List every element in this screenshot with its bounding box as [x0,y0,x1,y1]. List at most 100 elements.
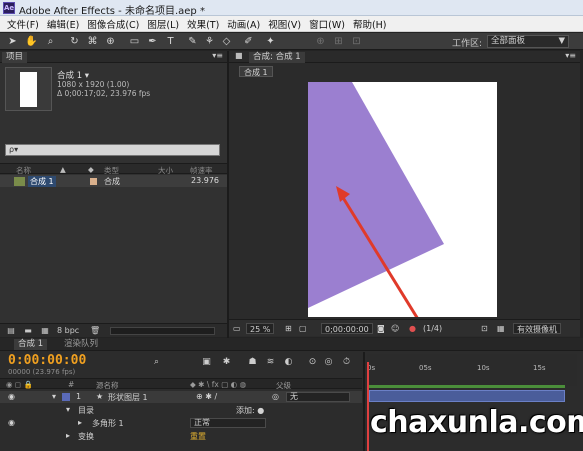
project-search-input[interactable]: ρ▾ [5,144,220,156]
draft-3d-icon[interactable]: ✱ [220,356,233,368]
interpret-footage-icon[interactable]: ▤ [6,326,16,336]
parent-pick-whip-icon[interactable]: ◎ [272,392,279,401]
table-row[interactable]: ▸ 变换 重置 [0,430,362,442]
puppet-tool-icon[interactable]: ✦ [264,35,277,48]
tab-project[interactable]: 项目 [2,52,28,63]
menu-file[interactable]: 文件(F) [3,17,43,31]
transparency-grid-icon[interactable]: ▦ [497,323,505,334]
camera-tool-icon[interactable]: ⌘ [86,35,99,48]
clone-stamp-tool-icon[interactable]: ⚘ [203,35,216,48]
grid-icon[interactable]: ⊞ [285,323,292,334]
column-switches[interactable]: ◆ ✱ \ fx ▢ ◐ ◍ [190,380,246,389]
av-features-icons[interactable]: ◉ ◻ 🔒 [6,380,33,389]
timeline-divider[interactable] [363,352,365,451]
menu-composition[interactable]: 图像合成(C) [83,17,143,31]
expand-arrow-icon[interactable]: ▾ [52,392,56,401]
current-time-field[interactable]: 0;00:00:00 [321,323,373,334]
layer-name[interactable]: 形状图层 1 [108,392,148,403]
sort-icon[interactable]: ▲ [60,165,66,174]
table-row[interactable]: ▾ 目录 添加: ● [0,404,362,416]
table-row[interactable]: ◉ ▸ 多角形 1 正常 [0,417,362,429]
mask-view-icon[interactable]: ▢ [299,323,307,334]
blend-mode-dropdown[interactable]: 正常 [190,418,266,428]
eraser-tool-icon[interactable]: ◇ [220,35,233,48]
menu-window[interactable]: 窗口(W) [305,17,349,31]
new-folder-icon[interactable]: ▬ [23,326,33,336]
menu-edit[interactable]: 编辑(E) [43,17,83,31]
eye-icon[interactable]: ◉ [8,392,15,401]
zoom-dropdown[interactable]: 25 % [246,323,275,334]
new-composition-icon[interactable]: ▦ [40,326,50,336]
show-snapshot-icon[interactable]: ☺ [391,323,399,334]
menu-animation[interactable]: 动画(A) [223,17,264,31]
column-source-name[interactable]: 源名称 [96,380,119,391]
time-ruler[interactable]: 0s 05s 10s 15s [367,354,577,386]
tab-timeline-comp[interactable]: 合成 1 [14,339,48,350]
reset-link[interactable]: 重置 [190,431,206,442]
current-time-indicator[interactable] [367,362,369,451]
always-preview-icon[interactable]: ▭ [233,323,241,334]
hand-tool-icon[interactable]: ✋ [25,35,38,48]
workspace-dropdown[interactable]: 全部面板 ▼ [487,35,569,48]
expand-arrow-icon[interactable]: ▸ [66,431,70,440]
label-color-swatch[interactable] [90,178,97,185]
axis-view-icon[interactable]: ⊡ [350,35,363,48]
roto-brush-tool-icon[interactable]: ✐ [242,35,255,48]
expand-arrow-icon[interactable]: ▾ [66,405,70,414]
label-tag-icon[interactable]: ◆ [88,165,94,174]
add-button[interactable]: 添加: ● [236,405,264,416]
table-row[interactable]: ◉ ▾ 1 ★ 形状图层 1 ⊕ ✱ / ◎ 无 [0,391,362,403]
axis-world-icon[interactable]: ⊞ [332,35,345,48]
eye-icon[interactable]: ◉ [8,418,15,427]
live-update-icon[interactable]: ◎ [322,356,335,368]
tab-comp-1[interactable]: 合成 1 [239,66,273,77]
snapshot-icon[interactable]: ◙ [377,323,385,334]
mask-tool-icon[interactable]: ▭ [128,35,141,48]
polygon-shape[interactable] [308,82,444,308]
trash-icon[interactable]: 🗑 [90,326,100,336]
rotate-tool-icon[interactable]: ↻ [68,35,81,48]
tools-bar: ➤ ✋ ⌕ ↻ ⌘ ⊕ ▭ ✒ T ✎ ⚘ ◇ ✐ ✦ ⊕ ⊞ ⊡ 工作区: 全… [0,33,583,50]
comp-canvas[interactable] [308,82,497,317]
resolution-dropdown[interactable]: (1/4) [423,323,442,334]
column-parent[interactable]: 父级 [276,380,291,391]
selection-tool-icon[interactable]: ➤ [6,35,19,48]
menu-help[interactable]: 帮助(H) [349,17,391,31]
graph-editor-icon[interactable]: ⊙ [306,356,319,368]
zoom-tool-icon[interactable]: ⌕ [44,35,57,48]
region-of-interest-icon[interactable]: ⊡ [481,323,488,334]
timeline-timecode[interactable]: 0:00:00:00 [8,353,86,368]
layer-switches[interactable]: ⊕ ✱ / [196,392,217,401]
lock-icon[interactable]: ■ [235,51,243,60]
camera-dropdown[interactable]: 有效摄像机 [513,323,561,334]
menu-layer[interactable]: 图层(L) [143,17,183,31]
bit-depth-label[interactable]: 8 bpc [57,326,79,335]
stopwatch-icon[interactable]: ⏱ [340,356,353,368]
column-layer-number[interactable]: # [68,380,74,389]
axis-local-icon[interactable]: ⊕ [314,35,327,48]
tab-composition[interactable]: 合成: 合成 1 [249,52,305,63]
panel-menu-icon[interactable]: ▾≡ [565,51,576,60]
search-icon[interactable]: ⌕ [150,356,163,368]
hide-shy-layers-icon[interactable]: ☗ [246,356,259,368]
frame-blending-icon[interactable]: ≋ [264,356,277,368]
project-scrollbar[interactable] [110,327,215,335]
menu-view[interactable]: 视图(V) [264,17,305,31]
work-area-bar[interactable] [369,385,565,388]
label-color-swatch[interactable] [62,393,70,401]
tab-render-queue[interactable]: 渲染队列 [60,339,102,350]
brush-tool-icon[interactable]: ✎ [186,35,199,48]
type-tool-icon[interactable]: T [164,35,177,48]
menu-effect[interactable]: 效果(T) [183,17,223,31]
expand-arrow-icon[interactable]: ▸ [78,418,82,427]
layer-duration-bar[interactable] [369,390,565,402]
list-item[interactable]: 合成 1 合成 23.976 [0,175,227,187]
motion-blur-icon[interactable]: ◐ [282,356,295,368]
parent-dropdown[interactable]: 无 [286,392,350,402]
comp-mini-flowchart-icon[interactable]: ▣ [200,356,213,368]
pen-tool-icon[interactable]: ✒ [146,35,159,48]
panel-divider[interactable] [227,51,229,338]
pan-behind-tool-icon[interactable]: ⊕ [104,35,117,48]
panel-menu-icon[interactable]: ▾≡ [212,51,223,60]
channel-icon[interactable]: ● [409,323,416,334]
